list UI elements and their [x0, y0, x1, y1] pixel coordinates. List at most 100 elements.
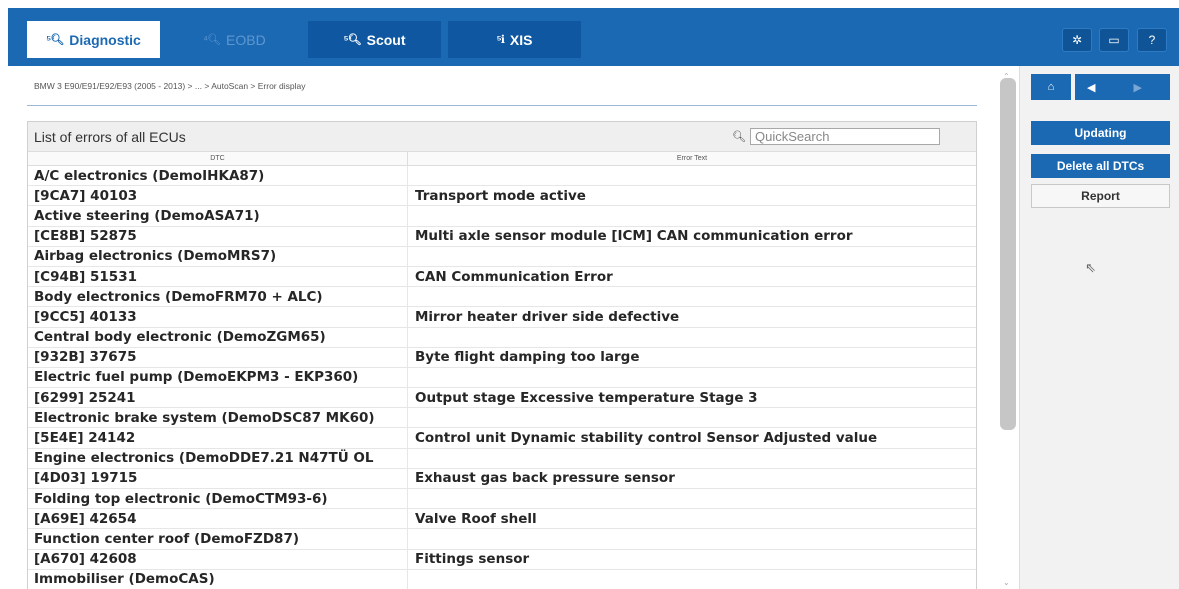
dtc-cell: A/C electronics (DemoIHKA87)	[28, 166, 408, 186]
search-icon: 🔍︎	[732, 131, 746, 143]
divider	[27, 105, 977, 106]
mouse-cursor-icon: ⇖	[1085, 260, 1096, 275]
dtc-cell: Immobiliser (DemoCAS)	[28, 569, 408, 589]
dtc-cell: Folding top electronic (DemoCTM93-6)	[28, 489, 408, 509]
dtc-cell: Function center roof (DemoFZD87)	[28, 529, 408, 549]
table-row[interactable]: Folding top electronic (DemoCTM93-6)	[28, 489, 976, 510]
column-header-error-text[interactable]: Error Text	[408, 152, 976, 165]
table-row[interactable]: [CE8B] 52875 Multi axle sensor module [IC…	[28, 226, 976, 247]
table-row[interactable]: Engine electronics (DemoDDE7.21 N47TÜ OL	[28, 448, 976, 469]
dtc-cell: [4D03] 19715	[28, 468, 408, 488]
error-text-cell	[408, 529, 976, 548]
diagnostic-icon: ⁵🔍︎	[46, 34, 64, 46]
tab-diagnostic[interactable]: ⁵🔍︎ Diagnostic	[27, 21, 160, 58]
settings-button[interactable]: ✲	[1062, 28, 1092, 52]
table-row[interactable]: [C94B] 51531 CAN Communication Error	[28, 266, 976, 288]
forward-icon: ▶	[1133, 81, 1142, 94]
dtc-cell: [9CA7] 40103	[28, 186, 408, 206]
dtc-cell: [5E4E] 24142	[28, 428, 408, 448]
dtc-cell: [A670] 42608	[28, 549, 408, 569]
right-action-panel: ⌂ ◀ ▶ Updating Delete all DTCs Report	[1019, 66, 1179, 589]
table-row[interactable]: [A670] 42608 Fittings sensor	[28, 549, 976, 570]
error-text-cell	[408, 489, 976, 508]
tab-label: Scout	[366, 31, 406, 48]
vertical-scrollbar[interactable]: ⌃ ⌄	[999, 72, 1017, 589]
dtc-cell: [C94B] 51531	[28, 266, 408, 287]
breadcrumb: BMW 3 E90/E91/E92/E93 (2005 - 2013) > ..…	[34, 81, 306, 91]
dtc-cell: Electric fuel pump (DemoEKPM3 - EKP360)	[28, 367, 408, 388]
navigation-buttons: ◀ ▶	[1075, 74, 1170, 100]
table-row[interactable]: Central body electronic (DemoZGM65)	[28, 327, 976, 348]
error-text-cell	[408, 408, 976, 427]
error-text-cell	[408, 287, 976, 306]
dtc-cell: [9CC5] 40133	[28, 307, 408, 327]
quick-search-input[interactable]	[750, 128, 940, 145]
tab-label: EOBD	[226, 31, 266, 48]
app-window: ⁵🔍︎ Diagnostic ⁴🔍︎ EOBD ⁵🔍︎ Scout ⁵ℹ︎ XI…	[0, 0, 1179, 589]
help-button[interactable]: ?	[1137, 28, 1167, 52]
table-row[interactable]: [9CC5] 40133 Mirror heater driver side de…	[28, 307, 976, 328]
error-text-cell	[408, 368, 976, 387]
settings-icon: ✲	[1071, 33, 1083, 47]
column-header-dtc[interactable]: DTC	[28, 152, 408, 165]
table-row[interactable]: [A69E] 42654 Valve Roof shell	[28, 509, 976, 530]
error-text-cell: Fittings sensor	[415, 551, 530, 568]
error-text-cell: Byte flight damping too large	[415, 349, 640, 366]
report-button[interactable]: Report	[1031, 184, 1170, 208]
table-row[interactable]: Electric fuel pump (DemoEKPM3 - EKP360)	[28, 367, 976, 389]
table-row[interactable]: Electronic brake system (DemoDSC87 MK60)	[28, 408, 976, 429]
delete-all-dtcs-button[interactable]: Delete all DTCs	[1031, 154, 1170, 178]
table-row[interactable]: Body electronics (DemoFRM70 + ALC)	[28, 287, 976, 308]
error-text-cell: CAN Communication Error	[415, 268, 613, 285]
back-icon[interactable]: ◀	[1087, 81, 1095, 94]
table-row[interactable]: Immobiliser (DemoCAS)	[28, 569, 976, 589]
message-button[interactable]: ▭	[1099, 28, 1129, 52]
tab-label: Diagnostic	[69, 31, 141, 48]
table-row[interactable]: A/C electronics (DemoIHKA87)	[28, 166, 976, 187]
error-text-cell	[408, 328, 976, 347]
table-row[interactable]: Airbag electronics (DemoMRS7)	[28, 246, 976, 267]
tab-scout[interactable]: ⁵🔍︎ Scout	[308, 21, 441, 58]
tab-label: XIS	[509, 31, 533, 48]
table-row[interactable]: [9CA7] 40103 Transport mode active	[28, 186, 976, 207]
error-text-cell	[408, 166, 976, 185]
table-row[interactable]: Function center roof (DemoFZD87)	[28, 529, 976, 550]
error-text-cell: Mirror heater driver side defective	[415, 308, 680, 325]
panel-title: List of errors of all ECUs	[34, 128, 186, 145]
table-row[interactable]: Active steering (DemoASA71)	[28, 206, 976, 227]
error-text-cell: Control unit Dynamic stability control S…	[415, 430, 878, 447]
column-header: DTC Error Text	[28, 152, 976, 166]
xis-icon: ⁵ℹ︎	[496, 34, 505, 46]
dtc-cell: [6299] 25241	[28, 388, 408, 408]
dtc-cell: [A69E] 42654	[28, 509, 408, 529]
table-row[interactable]: [932B] 37675 Byte flight damping too larg…	[28, 347, 976, 368]
dtc-cell: Active steering (DemoASA71)	[28, 206, 408, 226]
dtc-cell: Airbag electronics (DemoMRS7)	[28, 246, 408, 266]
table-row[interactable]: [6299] 25241 Output stage Excessive tempe…	[28, 388, 976, 409]
table-row[interactable]: [4D03] 19715 Exhaust gas back pressure se…	[28, 468, 976, 489]
dtc-cell: [932B] 37675	[28, 347, 408, 367]
dtc-cell: Central body electronic (DemoZGM65)	[28, 327, 408, 347]
error-text-cell: Exhaust gas back pressure sensor	[415, 470, 675, 487]
help-icon: ?	[1148, 33, 1156, 47]
error-text-cell: Output stage Excessive temperature Stage…	[415, 389, 758, 406]
error-text-cell: Transport mode active	[415, 187, 586, 204]
home-button[interactable]: ⌂	[1031, 74, 1071, 100]
error-list-panel: List of errors of all ECUs 🔍︎ DTC Error …	[27, 121, 977, 589]
dtc-cell: [CE8B] 52875	[28, 226, 408, 246]
home-icon: ⌂	[1047, 81, 1055, 93]
panel-header: List of errors of all ECUs 🔍︎	[28, 122, 976, 152]
scout-icon: ⁵🔍︎	[343, 34, 361, 46]
tab-xis[interactable]: ⁵ℹ︎ XIS	[448, 21, 581, 58]
dtc-cell: Body electronics (DemoFRM70 + ALC)	[28, 287, 408, 307]
error-text-cell	[408, 206, 976, 225]
message-icon: ▭	[1108, 33, 1120, 47]
quick-search: 🔍︎	[732, 128, 940, 145]
table-row[interactable]: [5E4E] 24142 Control unit Dynamic stabili…	[28, 428, 976, 449]
scroll-down-icon[interactable]: ⌄	[1003, 578, 1010, 587]
updating-button[interactable]: Updating	[1031, 121, 1170, 145]
error-text-cell: Valve Roof shell	[415, 510, 537, 527]
dtc-cell: Electronic brake system (DemoDSC87 MK60)	[28, 408, 408, 428]
scrollbar-thumb[interactable]	[1000, 78, 1016, 430]
error-text-cell	[408, 247, 976, 266]
